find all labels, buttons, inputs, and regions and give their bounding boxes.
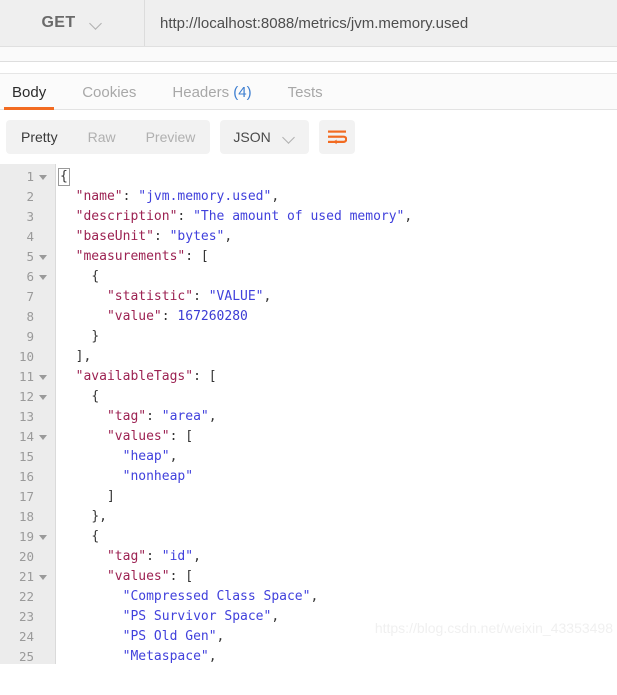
editor-code-line: "tag": "id", [106, 549, 201, 564]
editor-line-number: 22 [18, 589, 34, 604]
bar-separator-lower [0, 62, 617, 74]
editor-code-line: "name": "jvm.memory.used", [75, 189, 280, 204]
response-tabs: Body Cookies Headers (4) Tests [0, 74, 617, 110]
editor-code-line: "measurements": [ [75, 249, 209, 264]
editor-code-line: "value": 167260280 [106, 309, 248, 324]
tab-tests-label: Tests [287, 84, 323, 101]
tab-headers[interactable]: Headers (4) [154, 84, 269, 109]
editor-line-number: 16 [18, 469, 34, 484]
request-url-bar: GET http://localhost:8088/metrics/jvm.me… [0, 0, 617, 47]
editor-line-number: 21 [18, 569, 47, 584]
editor-code-line: } [91, 329, 100, 344]
editor-code-line: "Metaspace", [122, 649, 217, 664]
editor-code-line: "availableTags": [ [75, 369, 217, 384]
editor-line-number: 23 [18, 609, 34, 624]
editor-line-number: 17 [18, 489, 34, 504]
chevron-down-icon [283, 131, 296, 144]
http-method-label: GET [41, 14, 76, 31]
tab-body-label: Body [12, 84, 47, 101]
editor-code-area[interactable]: { "name": "jvm.memory.used", "descriptio… [56, 164, 617, 664]
editor-line-number: 18 [18, 509, 34, 524]
editor-code-line: { [91, 529, 100, 544]
editor-line-number: 3 [26, 209, 34, 224]
editor-line-number: 24 [18, 629, 34, 644]
editor-code-line: { [91, 269, 100, 284]
editor-code-line: "values": [ [106, 429, 194, 444]
editor-code-line: }, [91, 509, 107, 524]
tab-body[interactable]: Body [4, 84, 64, 110]
editor-code-line: "Compressed Class Space", [122, 589, 319, 604]
editor-line-number: 4 [26, 229, 34, 244]
format-label: JSON [233, 129, 271, 145]
editor-line-number: 12 [18, 389, 47, 404]
format-dropdown[interactable]: JSON [220, 120, 309, 154]
word-wrap-button[interactable] [318, 120, 355, 154]
tab-cookies-label: Cookies [82, 84, 137, 101]
editor-code-line: "statistic": "VALUE", [106, 289, 272, 304]
editor-code-line: { [58, 168, 70, 186]
view-mode-raw[interactable]: Raw [73, 120, 131, 154]
editor-line-number: 7 [26, 289, 34, 304]
editor-code-line: "description": "The amount of used memor… [75, 209, 413, 224]
tab-cookies[interactable]: Cookies [64, 84, 154, 109]
editor-line-number: 14 [18, 429, 47, 444]
editor-code-line: "PS Old Gen", [122, 629, 225, 644]
tab-tests[interactable]: Tests [270, 84, 341, 109]
editor-line-number: 8 [26, 309, 34, 324]
editor-line-number-gutter: 1 2 3 4 5 6 7 8 9 10 11 12 13 14 15 16 17 18 19 20 21 22 23 24 2… [0, 164, 56, 664]
editor-line-number: 10 [18, 349, 34, 364]
editor-code-line: "nonheap" [122, 469, 194, 484]
editor-line-number: 2 [26, 189, 34, 204]
chevron-down-icon [90, 17, 103, 30]
editor-line-number: 25 [18, 649, 34, 664]
editor-code-line: "PS Survivor Space", [122, 609, 280, 624]
editor-code-line: "baseUnit": "bytes", [75, 229, 233, 244]
editor-line-number: 15 [18, 449, 34, 464]
editor-code-line: "heap", [122, 449, 178, 464]
url-text: http://localhost:8088/metrics/jvm.memory… [160, 14, 469, 32]
editor-line-number: 19 [18, 529, 47, 544]
editor-line-number: 9 [26, 329, 34, 344]
editor-code-line: { [91, 389, 100, 404]
bar-separator-upper [0, 47, 617, 62]
word-wrap-icon [327, 130, 347, 145]
response-view-toolbar: Pretty Raw Preview JSON [0, 110, 617, 164]
editor-line-number: 13 [18, 409, 34, 424]
view-mode-preview[interactable]: Preview [131, 120, 211, 154]
response-body-editor[interactable]: 1 2 3 4 5 6 7 8 9 10 11 12 13 14 15 16 17 18 19 20 21 22 23 24 2… [0, 164, 617, 664]
view-mode-group: Pretty Raw Preview [6, 120, 211, 154]
editor-code-line: ], [75, 349, 92, 364]
tab-headers-label: Headers [172, 84, 230, 101]
editor-code-line: ] [106, 489, 115, 504]
editor-line-number: 20 [18, 549, 34, 564]
editor-code-line: "values": [ [106, 569, 194, 584]
url-input[interactable]: http://localhost:8088/metrics/jvm.memory… [145, 0, 617, 46]
tab-headers-count: (4) [233, 84, 252, 101]
editor-line-number: 1 [26, 169, 47, 184]
editor-line-number: 6 [26, 269, 47, 284]
editor-line-number: 5 [26, 249, 47, 264]
view-mode-pretty[interactable]: Pretty [6, 120, 73, 154]
editor-line-number: 11 [18, 369, 47, 384]
editor-code-line: "tag": "area", [106, 409, 217, 424]
http-method-dropdown[interactable]: GET [0, 0, 145, 46]
